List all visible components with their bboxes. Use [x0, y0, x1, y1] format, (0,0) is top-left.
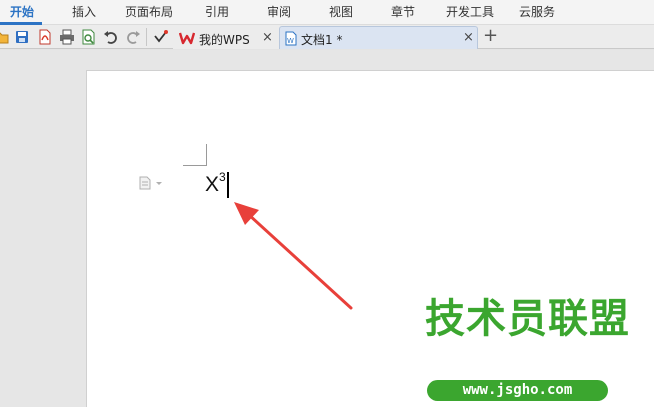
annotation-arrow-shaft: [246, 212, 353, 310]
watermark-url: www.jsgho.com: [427, 380, 608, 401]
wps-writer-window: 开始 插入 页面布局 引用 审阅 视图 章节 开发工具 云服务 我的WPS × …: [0, 0, 654, 407]
annotation-arrow-overlay: [234, 202, 353, 310]
watermark-title: 技术员联盟: [425, 296, 630, 342]
